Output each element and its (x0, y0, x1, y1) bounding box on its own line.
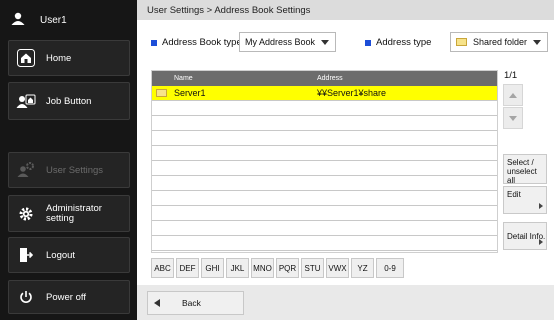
alpha-tab-jkl[interactable]: JKL (226, 258, 249, 278)
list-header: Name Address (152, 71, 497, 86)
chevron-down-icon (321, 40, 329, 45)
job-button-label: Job Button (46, 95, 92, 107)
user-icon (10, 12, 26, 29)
administrator-setting-label: Administrator setting (46, 203, 102, 224)
power-off-label: Power off (46, 291, 86, 303)
power-off-button[interactable]: Power off (8, 280, 130, 314)
user-settings-label: User Settings (46, 164, 104, 176)
chevron-right-icon (539, 239, 543, 245)
chevron-down-icon (533, 40, 541, 45)
back-button[interactable]: Back (147, 291, 244, 315)
list-item[interactable]: Server1 ¥¥Server1¥share (152, 86, 497, 101)
scroll-down-button[interactable] (503, 107, 523, 129)
gear-icon (16, 204, 36, 224)
logout-label: Logout (46, 249, 76, 261)
empty-list-row (152, 116, 497, 131)
main-panel: User Settings > Address Book Settings Ad… (137, 0, 554, 320)
alpha-tab-pqr[interactable]: PQR (276, 258, 299, 278)
edit-label: Edit (507, 190, 521, 199)
page-indicator: 1/1 (504, 70, 518, 81)
user-indicator: User1 (10, 6, 67, 34)
bullet-icon (365, 39, 371, 46)
breadcrumb: User Settings > Address Book Settings (137, 0, 554, 20)
empty-list-row (152, 221, 497, 236)
job-button-icon (16, 91, 36, 111)
user-name: User1 (40, 14, 67, 26)
empty-list-row (152, 161, 497, 176)
folder-icon (156, 89, 167, 97)
back-arrow-icon (154, 299, 160, 307)
toolbar: Address Book type My Address Book Addres… (137, 32, 554, 52)
logout-button[interactable]: Logout (8, 237, 130, 273)
home-label: Home (46, 52, 72, 64)
empty-list-row (152, 191, 497, 206)
administrator-setting-button[interactable]: Administrator setting (8, 195, 130, 232)
empty-list-row (152, 176, 497, 191)
address-book-type-text: Address Book type (162, 37, 242, 48)
empty-list-row (152, 206, 497, 221)
address-book-type-dropdown[interactable]: My Address Book (239, 32, 336, 52)
select-label-line2: unselect all (507, 167, 537, 185)
home-icon (16, 48, 36, 68)
alpha-tab-abc[interactable]: ABC (151, 258, 174, 278)
address-type-label: Address type (365, 37, 431, 48)
select-label-line1: Select / (507, 158, 534, 167)
empty-rows (152, 101, 497, 251)
job-button[interactable]: Job Button (8, 82, 130, 120)
home-button[interactable]: Home (8, 40, 130, 76)
alphabet-index: ABC DEF GHI JKL MNO PQR STU VWX YZ 0-9 (151, 258, 406, 278)
alpha-tab-vwx[interactable]: VWX (326, 258, 349, 278)
user-settings-icon (16, 160, 36, 180)
address-type-value: Shared folder (473, 37, 528, 47)
back-label: Back (182, 298, 201, 308)
administrator-setting-label-line2: setting (46, 212, 74, 224)
address-book-type-label: Address Book type (151, 37, 242, 48)
alpha-tab-0-9[interactable]: 0-9 (376, 258, 404, 278)
address-book-type-value: My Address Book (245, 37, 316, 47)
alpha-tab-ghi[interactable]: GHI (201, 258, 224, 278)
bullet-icon (151, 39, 157, 46)
folder-icon (456, 38, 467, 46)
sidebar: User1 Home Job Button User Settings Admi… (0, 0, 137, 320)
empty-list-row (152, 131, 497, 146)
arrow-up-icon (509, 92, 517, 98)
column-address: Address (317, 75, 343, 82)
empty-list-row (152, 101, 497, 116)
alpha-tab-stu[interactable]: STU (301, 258, 324, 278)
chevron-right-icon (539, 203, 543, 209)
alpha-tab-yz[interactable]: YZ (351, 258, 374, 278)
address-type-text: Address type (376, 37, 432, 48)
arrow-down-icon (509, 115, 517, 121)
user-settings-button[interactable]: User Settings (8, 152, 130, 188)
select-unselect-all-button[interactable]: Select / unselect all (503, 154, 547, 185)
detail-info-button[interactable]: Detail Info. (503, 222, 547, 250)
logout-icon (16, 245, 36, 265)
entry-address: ¥¥Server1¥share (317, 88, 387, 98)
alpha-tab-def[interactable]: DEF (176, 258, 199, 278)
scroll-up-button[interactable] (503, 84, 523, 106)
entry-name: Server1 (174, 88, 206, 98)
alpha-tab-mno[interactable]: MNO (251, 258, 274, 278)
empty-list-row (152, 146, 497, 161)
column-name: Name (174, 75, 193, 82)
edit-button[interactable]: Edit (503, 186, 547, 214)
address-list: Name Address Server1 ¥¥Server1¥share (151, 70, 498, 253)
empty-list-row (152, 236, 497, 251)
power-icon (16, 287, 36, 307)
address-type-dropdown[interactable]: Shared folder (450, 32, 548, 52)
